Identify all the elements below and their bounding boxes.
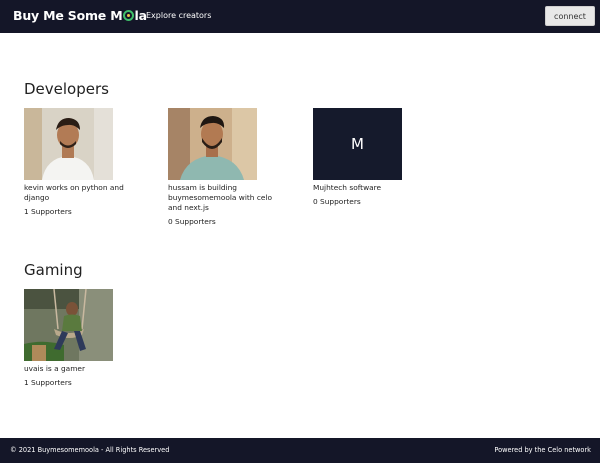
creator-avatar[interactable] [168,108,257,180]
brand-logo[interactable]: Buy Me Some M la [13,8,147,23]
explore-creators-link[interactable]: Explore creators [146,11,211,20]
creator-avatar[interactable] [24,289,113,361]
section-title-developers: Developers [24,80,109,98]
creator-card[interactable]: uvais is a gamer 1 Supporters [24,289,144,387]
brand-text-start: Buy Me Some M [13,8,123,23]
supporter-count: 1 Supporters [24,378,72,387]
page-footer: © 2021 Buymesomemoola - All Rights Reser… [0,438,600,463]
creator-photo [168,108,257,180]
supporter-count: 1 Supporters [24,207,72,216]
creator-card[interactable]: kevin works on python and django 1 Suppo… [24,108,144,216]
creator-description: uvais is a gamer [24,364,85,373]
creator-card[interactable]: M Mujhtech software 0 Supporters [313,108,433,206]
creator-description: Mujhtech software [313,183,382,192]
supporter-count: 0 Supporters [313,197,361,206]
creator-photo [24,108,113,180]
section-title-gaming: Gaming [24,261,83,279]
brand-text-end: la [134,8,147,23]
creator-avatar[interactable] [24,108,113,180]
powered-by-text: Powered by the Celo network [494,446,591,454]
supporter-count: 0 Supporters [168,217,216,226]
connect-button[interactable]: connect [545,6,595,26]
creator-card[interactable]: hussam is building buymesomemoola with c… [168,108,288,226]
coin-logo-icon [122,10,134,21]
top-navbar: Buy Me Some M la Explore creators connect [0,0,600,33]
creator-photo [24,289,113,361]
creator-description: kevin works on python and django [24,183,124,202]
creator-letter-avatar[interactable]: M [313,108,402,180]
creator-description: hussam is building buymesomemoola with c… [168,183,273,212]
copyright-text: © 2021 Buymesomemoola - All Rights Reser… [10,446,170,454]
